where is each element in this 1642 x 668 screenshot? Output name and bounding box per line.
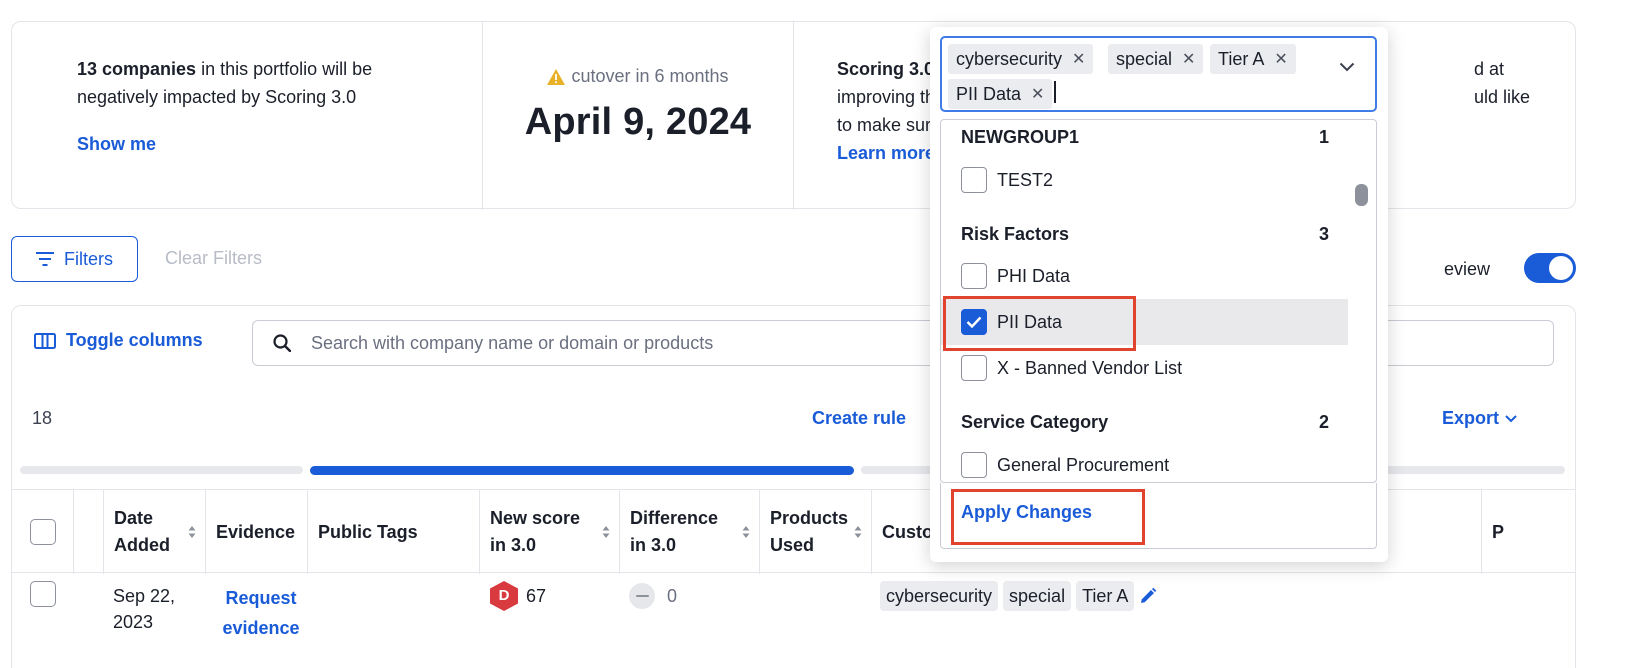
tag-special: special bbox=[1003, 581, 1072, 611]
column-products-used[interactable]: Products Used bbox=[760, 490, 872, 574]
scoring-text-right: d at uld like bbox=[1474, 59, 1531, 107]
option-pii-data[interactable]: PII Data bbox=[941, 299, 1348, 345]
option-checkbox[interactable] bbox=[961, 355, 987, 381]
no-change-icon bbox=[629, 583, 655, 609]
sort-icon bbox=[602, 526, 610, 538]
table-row[interactable]: Sep 22, 2023 Request evidence D 67 0 cyb… bbox=[12, 573, 1575, 668]
impact-column: 13 companies in this portfolio will be n… bbox=[12, 22, 482, 210]
clear-filters-button[interactable]: Clear Filters bbox=[165, 248, 262, 269]
scroll-thumb[interactable] bbox=[310, 466, 854, 475]
tag-select-field[interactable]: cybersecurity ✕ special ✕ Tier A ✕ PII Data… bbox=[940, 36, 1377, 112]
cutover-date: April 9, 2024 bbox=[524, 101, 752, 143]
scroll-track-left bbox=[20, 466, 303, 474]
chip-pii-data: PII Data ✕ bbox=[948, 79, 1053, 109]
checkmark-icon bbox=[966, 316, 982, 328]
custom-tags-dropdown: cybersecurity ✕ special ✕ Tier A ✕ PII Data… bbox=[930, 27, 1388, 562]
option-checkbox-checked[interactable] bbox=[961, 309, 987, 335]
chip-special: special ✕ bbox=[1108, 44, 1204, 74]
chevron-down-icon[interactable] bbox=[1339, 62, 1355, 72]
sort-icon bbox=[188, 526, 196, 538]
chip-tier-a: Tier A ✕ bbox=[1210, 44, 1296, 74]
filters-button[interactable]: Filters bbox=[11, 236, 138, 282]
text-caret bbox=[1054, 81, 1056, 103]
remove-chip-icon[interactable]: ✕ bbox=[1031, 84, 1044, 104]
option-phi-data[interactable]: PHI Data bbox=[941, 253, 1348, 299]
warning-icon bbox=[547, 68, 566, 85]
row-new-score: D 67 bbox=[490, 581, 546, 611]
tag-cybersecurity: cybersecurity bbox=[880, 581, 999, 611]
grade-badge: D bbox=[490, 581, 518, 611]
preview-label: eview bbox=[1444, 259, 1491, 279]
column-p[interactable]: P bbox=[1482, 490, 1575, 574]
show-me-link[interactable]: Show me bbox=[77, 134, 156, 155]
row-difference: 0 bbox=[629, 583, 677, 609]
remove-chip-icon[interactable]: ✕ bbox=[1182, 49, 1195, 69]
sort-icon bbox=[854, 526, 862, 538]
chevron-down-icon bbox=[1505, 414, 1517, 422]
columns-icon bbox=[34, 332, 56, 349]
cutover-column: cutover in 6 months April 9, 2024 bbox=[482, 22, 794, 210]
spacer-column bbox=[74, 490, 104, 574]
row-select-cell bbox=[30, 581, 56, 614]
chip-cybersecurity: cybersecurity ✕ bbox=[948, 44, 1094, 74]
impact-text: 13 companies in this portfolio will be n… bbox=[77, 59, 373, 107]
option-banned-vendor-list[interactable]: X - Banned Vendor List bbox=[941, 345, 1348, 391]
search-icon bbox=[273, 334, 291, 352]
apply-changes-button[interactable]: Apply Changes bbox=[961, 502, 1092, 523]
column-new-score[interactable]: New score in 3.0 bbox=[480, 490, 620, 574]
remove-chip-icon[interactable]: ✕ bbox=[1274, 49, 1287, 69]
option-checkbox[interactable] bbox=[961, 263, 987, 289]
row-count: 18 bbox=[32, 408, 53, 428]
edit-icon[interactable] bbox=[1139, 587, 1157, 605]
option-test2[interactable]: TEST2 bbox=[941, 157, 1348, 203]
sort-icon bbox=[742, 526, 750, 538]
dropdown-options-list: NEWGROUP1 1 TEST2 Risk Factors 3 PHI Data … bbox=[940, 119, 1377, 483]
group-newgroup1: NEWGROUP1 1 bbox=[961, 127, 1329, 147]
select-all-checkbox[interactable] bbox=[29, 519, 56, 545]
filter-icon bbox=[36, 252, 54, 266]
column-public-tags[interactable]: Public Tags bbox=[308, 490, 480, 574]
row-checkbox[interactable] bbox=[30, 581, 56, 607]
option-checkbox[interactable] bbox=[961, 167, 987, 193]
column-difference[interactable]: Difference in 3.0 bbox=[620, 490, 760, 574]
column-date-added[interactable]: Date Added bbox=[104, 490, 206, 574]
dropdown-scrollbar-thumb[interactable] bbox=[1355, 184, 1368, 206]
toggle-columns-button[interactable]: Toggle columns bbox=[34, 330, 203, 351]
option-checkbox[interactable] bbox=[961, 452, 987, 478]
row-custom-tags: cybersecurity special Tier A bbox=[880, 581, 1157, 611]
select-all-cell bbox=[12, 490, 74, 574]
option-general-procurement[interactable]: General Procurement bbox=[941, 442, 1348, 482]
remove-chip-icon[interactable]: ✕ bbox=[1072, 49, 1085, 69]
request-evidence-link[interactable]: Request evidence bbox=[216, 583, 306, 643]
cutover-label: cutover in 6 months bbox=[483, 66, 793, 87]
preview-toggle[interactable] bbox=[1524, 253, 1576, 283]
group-risk-factors: Risk Factors 3 bbox=[961, 224, 1329, 244]
group-service-category: Service Category 2 bbox=[961, 412, 1329, 432]
create-rule-link[interactable]: Create rule bbox=[812, 408, 906, 429]
search-input[interactable] bbox=[311, 332, 1011, 354]
column-evidence[interactable]: Evidence bbox=[206, 490, 308, 574]
export-dropdown[interactable]: Export bbox=[1442, 408, 1517, 429]
row-date-added: Sep 22, 2023 bbox=[113, 586, 176, 632]
tag-tier-a: Tier A bbox=[1076, 581, 1135, 611]
